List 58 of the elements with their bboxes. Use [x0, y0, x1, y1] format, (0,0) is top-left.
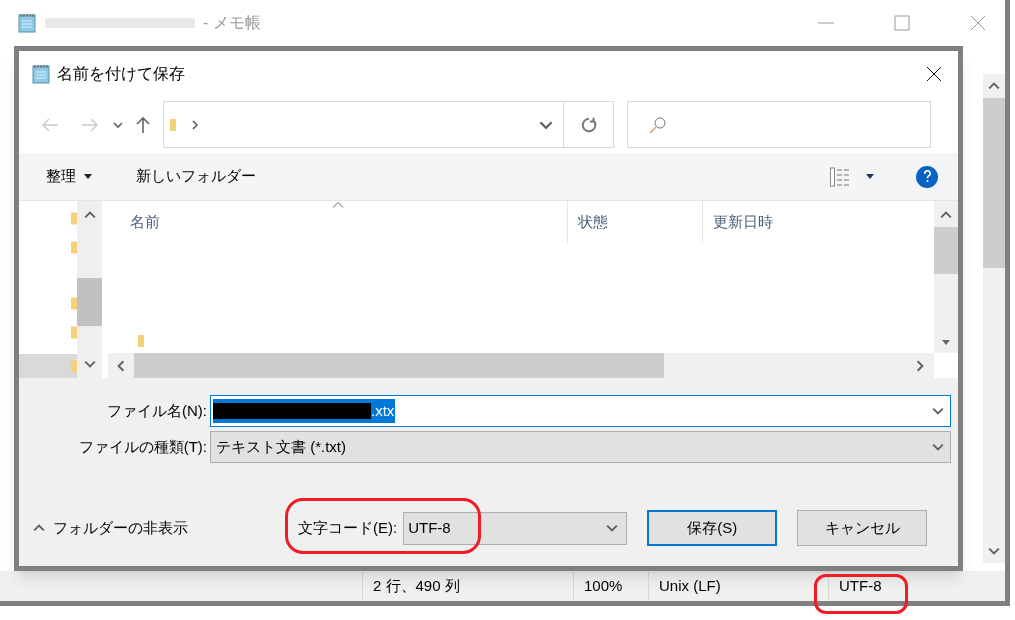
column-header[interactable]: 名前	[108, 201, 568, 243]
sort-indicator-icon	[331, 202, 344, 208]
status-text: 100%	[584, 575, 623, 596]
folder-icon	[71, 296, 77, 312]
hide-folders-button[interactable]: フォルダーの非表示	[33, 516, 298, 540]
file-name-combobox[interactable]: .xtx	[210, 395, 951, 427]
caret-icon	[84, 174, 92, 179]
field-label: ファイルの種類(T):	[77, 436, 208, 457]
maximize-icon	[894, 15, 910, 31]
search-field[interactable]	[627, 101, 931, 148]
window-title: - メモ帳	[203, 13, 261, 33]
scroll-down-icon	[83, 358, 96, 370]
help-button[interactable]	[916, 165, 938, 188]
notepad-icon	[31, 63, 51, 84]
close-icon	[926, 65, 942, 82]
dropdown-icon	[932, 405, 944, 417]
scroll-down-icon	[988, 545, 1000, 557]
folder-icon	[71, 239, 77, 255]
help-icon	[922, 170, 932, 183]
file-type-dropdown[interactable]: テキスト文書 (*.txt)	[210, 431, 951, 463]
horizontal-scrollbar[interactable]	[108, 353, 934, 378]
status-text: UTF-8	[839, 575, 882, 596]
recent-dropdown-icon	[113, 119, 123, 130]
scroll-down-icon	[942, 340, 950, 345]
details-view-icon	[830, 166, 852, 187]
dropdown-icon	[932, 441, 944, 453]
vertical-scrollbar[interactable]	[934, 201, 958, 353]
scroll-right-icon	[914, 359, 926, 372]
field-label: ファイル名(N):	[106, 400, 208, 421]
scroll-up-icon	[83, 209, 96, 221]
scroll-left-icon	[115, 359, 127, 372]
status-text: 2 行、490 列	[373, 575, 460, 596]
scroll-up-icon	[988, 80, 1000, 92]
notepad-icon	[17, 13, 37, 33]
caret-icon	[866, 174, 874, 179]
collapse-icon	[33, 522, 45, 534]
column-header[interactable]: 状態	[568, 201, 703, 243]
view-options-button[interactable]	[830, 166, 874, 187]
breadcrumb-chevron-icon	[190, 119, 200, 130]
folder-icon	[71, 325, 77, 341]
organize-menu[interactable]: 整理	[46, 165, 92, 188]
dialog-title: 名前を付けて保存	[57, 63, 185, 84]
status-text: Unix (LF)	[659, 575, 721, 596]
encoding-dropdown[interactable]: UTF-8	[403, 511, 628, 545]
folder-icon	[71, 211, 77, 226]
close-icon	[970, 15, 986, 31]
dropdown-icon	[606, 522, 619, 534]
minimize-icon	[818, 22, 834, 24]
vertical-scrollbar[interactable]	[77, 201, 102, 378]
new-folder-button[interactable]: 新しいフォルダー	[136, 165, 256, 188]
cancel-button[interactable]: キャンセル	[797, 510, 928, 546]
search-icon	[648, 114, 668, 135]
scroll-up-icon	[940, 209, 952, 221]
column-header[interactable]: 更新日時	[703, 201, 934, 243]
refresh-icon	[579, 115, 598, 134]
field-label: 文字コード(E):	[298, 517, 398, 538]
vertical-scrollbar[interactable]	[983, 74, 1005, 563]
save-button[interactable]: 保存(S)	[647, 510, 778, 546]
